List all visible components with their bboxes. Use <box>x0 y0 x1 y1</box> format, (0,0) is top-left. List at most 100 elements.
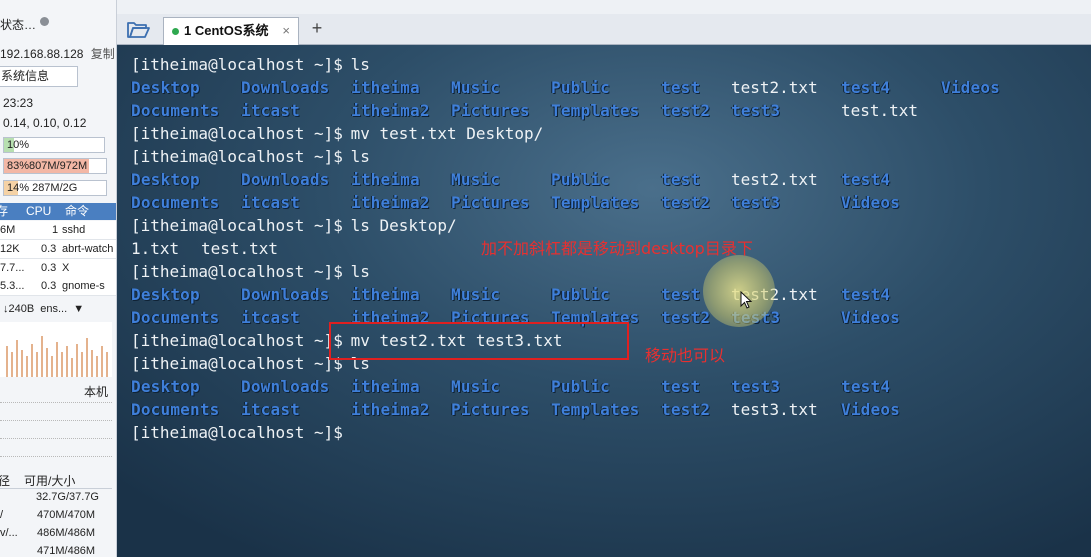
load-average: 0.14, 0.10, 0.12 <box>3 116 87 130</box>
swap-bar-label: 14% 287M/2G <box>7 182 78 194</box>
col-cpu[interactable]: CPU <box>26 203 51 220</box>
directory-entry: test3 <box>731 101 781 120</box>
divider <box>0 420 112 421</box>
cpu-bar-label: 10% <box>7 139 30 151</box>
directory-entry: Pictures <box>451 400 530 419</box>
directory-entry: Documents <box>131 101 220 120</box>
directory-entry: Desktop <box>131 285 200 304</box>
close-tab-icon[interactable]: × <box>282 18 290 44</box>
directory-entry: itheima <box>351 285 420 304</box>
directory-entry: Public <box>551 170 610 189</box>
directory-entry: Videos <box>841 400 900 419</box>
sysinfo-button[interactable]: 系统信息 <box>0 66 78 87</box>
directory-entry: Templates <box>551 193 640 212</box>
folder-open-icon[interactable] <box>125 18 151 40</box>
table-row[interactable]: 32.7G/37.7G <box>0 489 112 506</box>
swap-bar: 14% 287M/2G <box>3 180 107 196</box>
network-rate: ↓240B <box>3 303 35 315</box>
directory-entry: test <box>661 377 701 396</box>
shell-prompt: [itheima@localhost ~]$ <box>131 55 343 74</box>
memory-bar-label: 83%807M/972M <box>7 160 88 172</box>
directory-entry: Pictures <box>451 101 530 120</box>
ip-address: 192.168.88.128 复制 <box>0 47 115 61</box>
directory-entry: test <box>661 78 701 97</box>
directory-entry: test2 <box>661 308 711 327</box>
file-entry: test2.txt <box>731 78 818 97</box>
directory-entry: Public <box>551 377 610 396</box>
cursor-highlight <box>703 255 775 327</box>
copy-link[interactable]: 复制 <box>91 47 115 61</box>
status-dot-icon <box>40 17 49 26</box>
add-tab-button[interactable]: + <box>307 18 327 38</box>
process-table-header: 存 CPU 命令 <box>0 203 116 220</box>
directory-entry: Public <box>551 78 610 97</box>
table-row[interactable]: / 470M/470M <box>0 507 112 524</box>
chevron-down-icon[interactable]: ▼ <box>73 303 84 315</box>
directory-entry: test3 <box>731 193 781 212</box>
directory-entry: Music <box>451 377 501 396</box>
terminal[interactable]: [itheima@localhost ~]$ ls Desktop Download… <box>117 45 1091 557</box>
directory-entry: itcast <box>241 308 300 327</box>
annotation-note: 加不加斜杠都是移动到desktop目录下 <box>481 239 753 258</box>
directory-entry: itheima <box>351 78 420 97</box>
sysinfo-label: 系统信息 <box>1 69 50 83</box>
network-chart <box>0 322 112 377</box>
command-text: ls <box>341 55 370 74</box>
divider <box>0 438 112 439</box>
col-mem[interactable]: 存 <box>0 203 8 220</box>
table-row[interactable]: v/... 486M/486M <box>0 525 112 542</box>
directory-entry: itheima2 <box>351 101 430 120</box>
directory-entry: Desktop <box>131 170 200 189</box>
file-entry: test.txt <box>841 101 919 120</box>
table-row[interactable]: 12K 0.3 abrt-watch <box>0 240 116 259</box>
status-sidebar: 状态… 192.168.88.128 复制 系统信息 23:23 0.14, 0… <box>0 0 117 557</box>
directory-entry: test4 <box>841 377 891 396</box>
tab-centos[interactable]: 1 CentOS系统 × <box>163 17 299 45</box>
directory-entry: itheima <box>351 377 420 396</box>
command-text: ls Desktop/ <box>341 216 457 235</box>
directory-entry: Templates <box>551 101 640 120</box>
directory-entry: test3 <box>731 377 781 396</box>
directory-entry: itheima2 <box>351 400 430 419</box>
file-entry: test3.txt <box>731 400 818 419</box>
file-entry: 1.txt <box>131 239 180 258</box>
col-command[interactable]: 命令 <box>65 203 89 220</box>
command-text: ls <box>341 147 370 166</box>
divider <box>0 456 112 457</box>
shell-prompt: [itheima@localhost ~]$ <box>131 423 343 442</box>
tab-label: 1 CentOS系统 <box>184 23 269 38</box>
network-interface-select[interactable]: ens... <box>40 303 67 315</box>
directory-entry: itcast <box>241 101 300 120</box>
directory-entry: Downloads <box>241 78 330 97</box>
directory-entry: itcast <box>241 193 300 212</box>
directory-entry: itheima <box>351 170 420 189</box>
mouse-pointer-icon <box>740 291 753 309</box>
directory-entry: test4 <box>841 170 891 189</box>
directory-entry: test2 <box>661 101 711 120</box>
shell-prompt: [itheima@localhost ~]$ <box>131 124 343 143</box>
table-row[interactable]: 471M/486M <box>0 543 112 557</box>
table-row[interactable]: 6M 1 sshd <box>0 221 116 240</box>
directory-entry: itcast <box>241 400 300 419</box>
file-entry: test.txt <box>201 239 279 258</box>
directory-entry: Music <box>451 78 501 97</box>
directory-entry: Documents <box>131 400 220 419</box>
table-row[interactable]: 7.7... 0.3 X <box>0 259 116 278</box>
disk-table-header: 径 可用/大小 <box>0 472 112 489</box>
directory-entry: test <box>661 285 701 304</box>
directory-entry: Videos <box>841 193 900 212</box>
network-row: ↓240B ens... ▼ <box>3 303 84 315</box>
directory-entry: test2 <box>661 193 711 212</box>
directory-entry: Desktop <box>131 78 200 97</box>
directory-entry: Desktop <box>131 377 200 396</box>
directory-entry: Videos <box>941 78 1000 97</box>
directory-entry: test4 <box>841 78 891 97</box>
divider <box>0 402 112 403</box>
shell-prompt: [itheima@localhost ~]$ <box>131 216 343 235</box>
directory-entry: test2 <box>661 400 711 419</box>
local-label: 本机 <box>84 385 109 399</box>
cpu-bar: 10% <box>3 137 105 153</box>
uptime: 23:23 <box>3 96 34 110</box>
memory-bar: 83%807M/972M <box>3 158 107 174</box>
table-row[interactable]: 5.3... 0.3 gnome-s <box>0 277 116 296</box>
